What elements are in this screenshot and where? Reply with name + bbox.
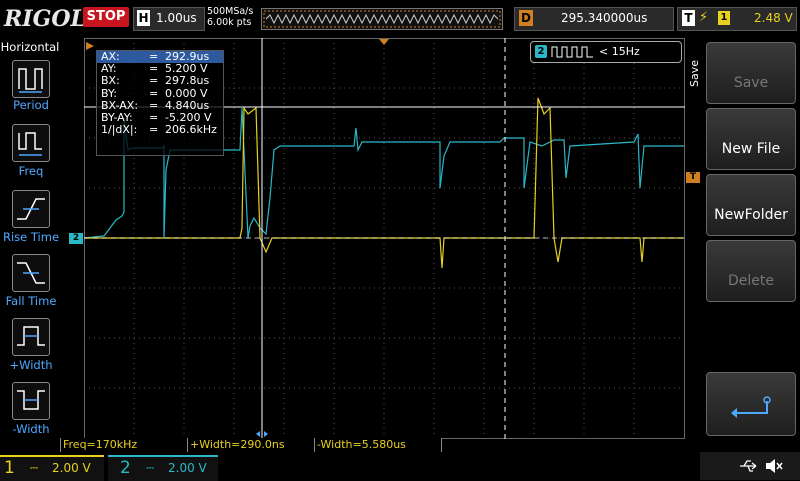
save-button[interactable]: Save <box>706 42 796 104</box>
acquisition-info: 500MSa/s 6.00k pts <box>207 6 253 28</box>
channel-2-status[interactable]: 2 ⎓ 2.00 V <box>108 455 218 481</box>
trigger-level-marker[interactable]: T <box>686 172 700 183</box>
trigger-indicator[interactable]: T ⚡ 1 2.48 V <box>677 7 797 31</box>
timebase-value: 1.00us <box>156 11 197 25</box>
channel-2-offset-marker[interactable]: 2 <box>69 233 83 244</box>
right-menu-title: Save <box>688 60 701 88</box>
speaker-mute-icon <box>766 459 783 473</box>
new-folder-button[interactable]: NewFolder <box>706 174 796 236</box>
memory-overview-strip[interactable] <box>261 8 503 30</box>
channel-2-scale: 2.00 V <box>168 461 207 475</box>
trigger-source: 1 <box>718 11 730 25</box>
sample-rate: 500MSa/s <box>207 6 254 17</box>
dc-coupling-icon: ⎓ <box>146 463 154 474</box>
fall-time-icon <box>17 262 45 284</box>
rise-time-icon <box>17 198 45 220</box>
measurement-freq[interactable]: Freq=170kHz <box>60 438 188 453</box>
timebase-key: H <box>137 10 150 26</box>
neg-width-button[interactable] <box>12 382 50 420</box>
rise-time-button[interactable] <box>12 190 50 228</box>
delay-value: 295.340000us <box>561 11 648 25</box>
trigger-level: 2.48 V <box>754 11 793 25</box>
new-file-button[interactable]: New File <box>706 108 796 170</box>
channel-1-scale: 2.00 V <box>52 461 91 475</box>
period-button[interactable] <box>12 60 50 98</box>
delay-indicator[interactable]: D 295.340000us <box>514 7 674 31</box>
freq-icon <box>18 132 42 156</box>
freq-button[interactable] <box>12 124 50 162</box>
cursor-row-inv-dx: 1/|dX|: = 206.6kHz <box>101 123 217 137</box>
fall-time-button[interactable] <box>12 254 50 292</box>
measurement-bar: Freq=170kHz +Width=290.0ns -Width=5.580u… <box>60 438 685 453</box>
cursor-row-by: BY: = 0.000 V <box>101 86 208 100</box>
period-label: Period <box>13 98 49 112</box>
pos-width-button[interactable] <box>12 318 50 356</box>
return-button[interactable] <box>706 372 796 436</box>
counter-value: < 15Hz <box>599 45 640 58</box>
delay-key: D <box>519 10 533 26</box>
measurement-neg-width[interactable]: -Width=5.580us <box>314 438 442 453</box>
left-menu-title: Horizontal <box>0 40 60 54</box>
rise-time-label: Rise Time <box>2 230 60 244</box>
delete-button[interactable]: Delete <box>706 240 796 302</box>
run-stop-indicator[interactable]: STOP <box>83 7 129 27</box>
trigger-key: T <box>682 10 695 26</box>
frequency-counter[interactable]: 2 < 15Hz <box>530 41 682 63</box>
pos-width-label: +Width <box>9 358 53 372</box>
period-icon <box>18 68 43 93</box>
square-wave-icon <box>551 46 593 58</box>
neg-width-icon <box>17 390 45 410</box>
timebase-indicator[interactable]: H 1.00us <box>133 7 205 31</box>
neg-width-label: -Width <box>12 422 50 436</box>
channel-1-number: 1 <box>4 458 15 478</box>
counter-channel-badge: 2 <box>535 45 547 58</box>
fall-time-label: Fall Time <box>5 294 57 308</box>
status-icon-area <box>700 452 800 480</box>
channel-2-number: 2 <box>120 458 131 478</box>
pos-width-icon <box>17 326 45 346</box>
return-arrow-icon <box>731 396 771 418</box>
usb-icon <box>740 460 757 472</box>
dc-coupling-icon: ⎓ <box>30 463 38 474</box>
memory-waveform-thumbnail <box>263 10 501 28</box>
freq-label: Freq <box>18 164 44 178</box>
rising-edge-icon: ⚡ <box>699 10 709 25</box>
cursor-readout-table: AX: = 292.9us AY: = 5.200 V BX: = 297.8us BY: =… <box>96 50 224 156</box>
channel-1-status[interactable]: 1 ⎓ 2.00 V <box>0 455 104 481</box>
measurement-pos-width[interactable]: +Width=290.0ns <box>187 438 315 453</box>
memory-depth: 6.00k pts <box>207 17 252 28</box>
cursor-row-bx: BX: = 297.8us <box>101 74 210 88</box>
brand-logo: RIGOL <box>4 6 86 32</box>
